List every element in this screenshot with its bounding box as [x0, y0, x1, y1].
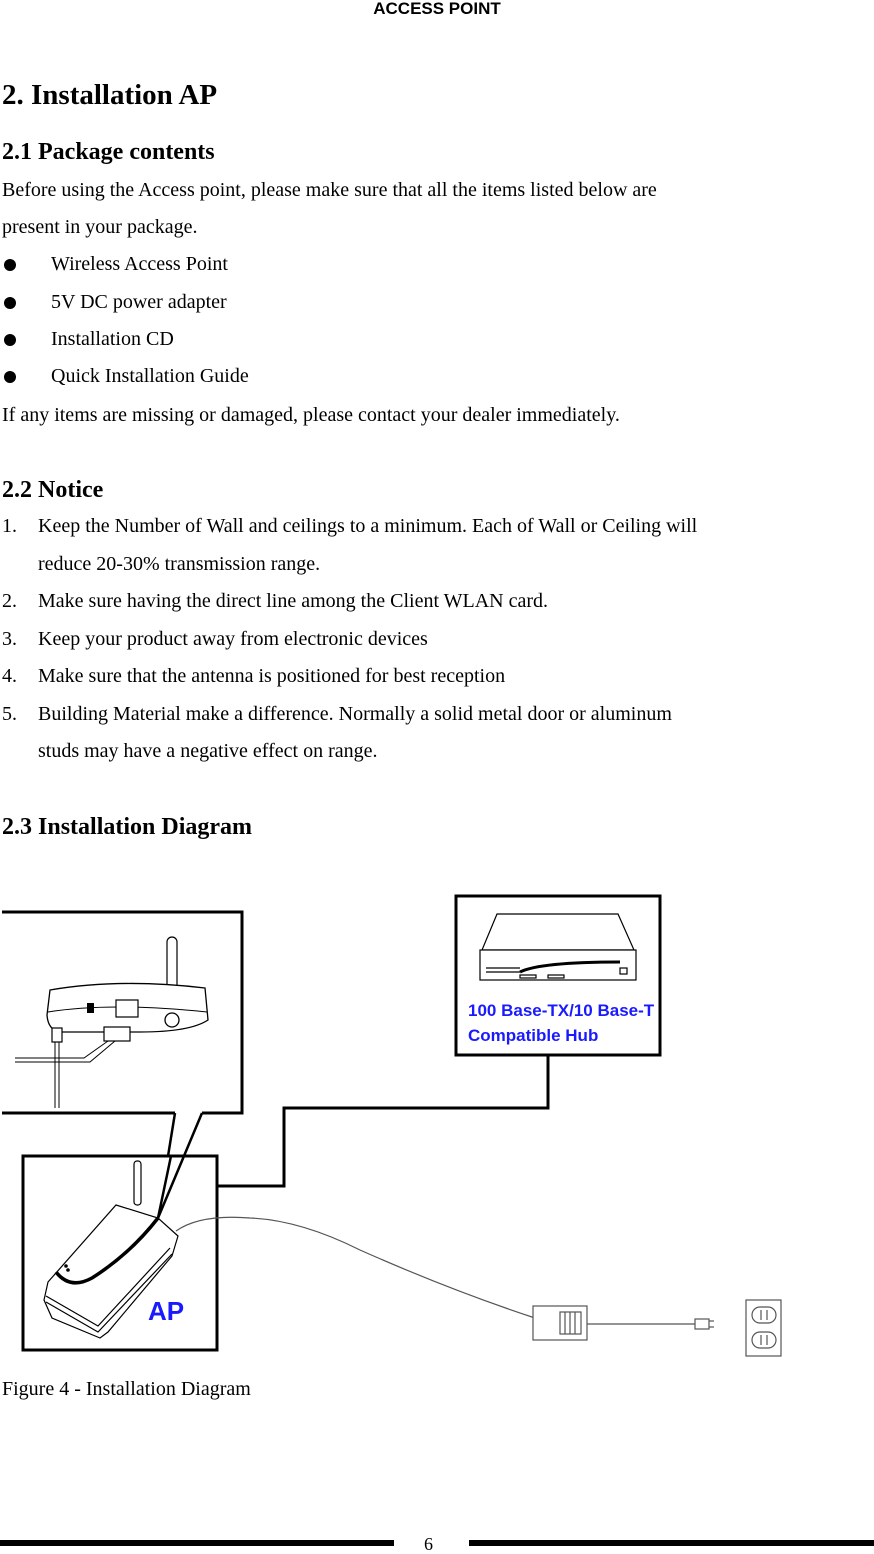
bullet-icon — [4, 371, 16, 383]
hub-to-ap-cable — [218, 1055, 550, 1188]
package-contents-heading: 2.1 Package contents — [2, 139, 215, 165]
wall-outlet-icon — [745, 1299, 782, 1357]
running-header: ACCESS POINT — [373, 0, 501, 18]
ap-rear-panel-detail — [2, 910, 244, 1115]
hub-label-line-2: Compatible Hub — [468, 1026, 598, 1045]
notice-item-text: studs may have a negative effect on rang… — [38, 740, 378, 762]
list-item-text: 5V DC power adapter — [51, 291, 227, 313]
section-title: 2. Installation AP — [2, 79, 218, 111]
notice-item-number: 4. — [2, 665, 17, 687]
hub-box: 100 Base-TX/10 Base-T Compatible Hub — [454, 894, 662, 1057]
ap-label: AP — [148, 1296, 184, 1326]
list-item-text: Installation CD — [51, 328, 174, 350]
bullet-icon — [4, 334, 16, 346]
notice-item-text: Keep your product away from electronic d… — [38, 628, 428, 650]
package-intro-line-2: present in your package. — [2, 216, 198, 238]
notice-item-text: Make sure that the antenna is positioned… — [38, 665, 506, 687]
package-outro: If any items are missing or damaged, ple… — [2, 404, 620, 426]
power-cable — [175, 1216, 536, 1319]
notice-item-number: 5. — [2, 703, 17, 725]
bullet-icon — [4, 259, 16, 271]
installation-diagram: 100 Base-TX/10 Base-T Compatible Hub AP — [2, 894, 782, 1357]
list-item-text: Wireless Access Point — [51, 253, 228, 275]
notice-item-text: Building Material make a difference. Nor… — [38, 703, 672, 725]
notice-item-number: 2. — [2, 590, 17, 612]
list-item-text: Quick Installation Guide — [51, 365, 249, 387]
notice-heading: 2.2 Notice — [2, 477, 104, 503]
page-number: 6 — [424, 1534, 433, 1554]
power-adapter-icon — [532, 1305, 714, 1341]
footer-rule-left — [0, 1540, 394, 1546]
hub-label-line-1: 100 Base-TX/10 Base-T — [468, 1001, 655, 1020]
notice-item-number: 1. — [2, 515, 17, 537]
installation-diagram-heading: 2.3 Installation Diagram — [2, 814, 253, 840]
package-intro-line-1: Before using the Access point, please ma… — [2, 179, 657, 201]
notice-item-text: reduce 20-30% transmission range. — [38, 553, 321, 575]
bullet-icon — [4, 297, 16, 309]
figure-caption: Figure 4 - Installation Diagram — [2, 1378, 251, 1400]
hub-icon — [479, 913, 637, 981]
notice-item-number: 3. — [2, 628, 17, 650]
notice-item-text: Make sure having the direct line among t… — [38, 590, 549, 612]
footer-rule-right — [469, 1540, 874, 1546]
notice-item-text: Keep the Number of Wall and ceilings to … — [38, 515, 698, 537]
ap-box: AP — [21, 1154, 219, 1352]
